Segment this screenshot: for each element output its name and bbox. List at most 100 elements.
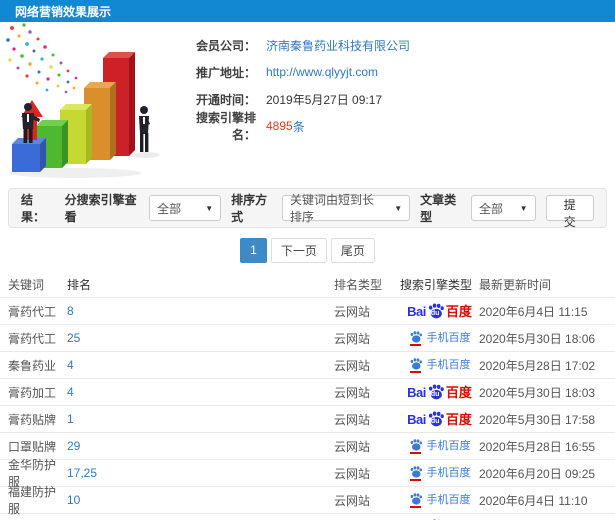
table-row[interactable]: 膏药代工 8 云网站 Bai du 百度 2020年6月4日 11:15 xyxy=(0,298,615,325)
pagination: 1 下一页 尾页 xyxy=(0,228,615,272)
rank-link[interactable]: 25 xyxy=(67,331,334,345)
baidu-pc-logo: Bai du 百度 xyxy=(407,303,472,319)
table-row[interactable]: 福建防护服 10 云网站 手机百度 2020年6月4日 11:10 xyxy=(0,485,615,516)
open-time-label: 开通时间： xyxy=(195,92,256,107)
table-row[interactable]: 口罩贴牌 29 云网站 手机百度 2020年5月28日 16:55 xyxy=(0,433,615,460)
rank-link[interactable]: 10 xyxy=(67,493,334,507)
keyword-cell: 膏药代工 xyxy=(8,331,57,346)
baidu-mobile-logo: 手机百度 xyxy=(409,493,471,508)
promo-url-link[interactable]: http://www.qlyyjt.com xyxy=(266,65,378,79)
chevron-down-icon: ▼ xyxy=(205,203,214,213)
submit-button[interactable]: 提交 xyxy=(545,195,594,229)
baidu-red-underline xyxy=(409,371,421,373)
growth-chart-illustration xyxy=(0,22,178,182)
engine-cell: 手机百度 xyxy=(400,439,479,454)
update-time-cell: 2020年5月28日 17:02 xyxy=(479,358,596,373)
window-title-bar: 网络营销效果展示 xyxy=(0,0,615,22)
engine-cell: 手机百度 xyxy=(400,331,479,346)
baidu-pc-logo: Bai du 百度 xyxy=(407,411,472,427)
keyword-cell: 福建防护服 xyxy=(8,485,57,516)
result-section-label: 结果： xyxy=(21,193,46,224)
chevron-down-icon: ▼ xyxy=(519,203,528,213)
baidu-red-underline xyxy=(409,452,421,454)
engine-rank-row: 搜索引擎排名： 4895 条 xyxy=(178,111,410,142)
engine-filter-label: 分搜索引擎查看 xyxy=(64,193,137,224)
bar-chart-clipart-image xyxy=(6,23,160,178)
engine-rank-unit: 条 xyxy=(292,119,305,134)
rank-type-cell: 云网站 xyxy=(334,466,371,481)
article-type-select[interactable]: 全部 ▼ xyxy=(470,195,536,221)
last-page-button[interactable]: 尾页 xyxy=(330,237,375,263)
baidu-red-underline xyxy=(409,344,421,346)
open-time-value: 2019年5月27日 09:17 xyxy=(266,92,383,107)
baidu-paw-icon: du xyxy=(427,384,445,400)
page-title: 网络营销效果展示 xyxy=(15,4,112,19)
keyword-cell: 膏药加工 xyxy=(8,385,57,400)
baidu-red-underline xyxy=(409,506,421,508)
rank-type-cell: 云网站 xyxy=(334,439,371,454)
keyword-cell: 秦鲁药业 xyxy=(8,358,57,373)
update-time-cell: 2020年5月28日 16:55 xyxy=(479,439,596,454)
keyword-cell: 口罩贴牌 xyxy=(8,439,57,454)
rank-link[interactable]: 4 xyxy=(67,358,334,372)
keyword-cell: 膏药代工 xyxy=(8,304,57,319)
baidu-mobile-logo: 手机百度 xyxy=(409,439,471,454)
rank-link[interactable]: 4 xyxy=(67,385,334,399)
header-engine-type: 搜索引擎类型 xyxy=(400,278,473,292)
keyword-ranking-table: 关键词 排名 排名类型 搜索引擎类型 最新更新时间 膏药代工 8 云网站 Bai… xyxy=(0,272,615,520)
rank-link[interactable]: 29 xyxy=(67,439,334,453)
baidu-paw-icon xyxy=(409,331,423,346)
account-info-list: 会员公司： 济南秦鲁药业科技有限公司 推广地址： http://www.qlyy… xyxy=(178,22,410,186)
baidu-mobile-logo: 手机百度 xyxy=(409,358,471,373)
table-row[interactable]: 膏药贴牌 1 云网站 Bai du 百度 2020年5月30日 17:58 xyxy=(0,406,615,433)
rank-type-cell: 云网站 xyxy=(334,412,371,427)
update-time-cell: 2020年5月30日 18:03 xyxy=(479,385,596,400)
table-body: 膏药代工 8 云网站 Bai du 百度 2020年6月4日 11:15 膏药代… xyxy=(0,298,615,520)
rank-link[interactable]: 1 xyxy=(67,412,334,426)
engine-cell: 手机百度 xyxy=(400,493,479,508)
table-row[interactable]: 膏药加工 4 云网站 Bai du 百度 2020年5月30日 18:03 xyxy=(0,379,615,406)
member-company-row: 会员公司： 济南秦鲁药业科技有限公司 xyxy=(178,35,410,55)
open-time-row: 开通时间： 2019年5月27日 09:17 xyxy=(178,89,410,109)
engine-cell: Bai du 百度 xyxy=(400,303,479,319)
baidu-paw-icon xyxy=(409,358,423,373)
sort-order-select[interactable]: 关键词由短到长排序 ▼ xyxy=(282,193,411,224)
baidu-mobile-logo: 手机百度 xyxy=(409,466,471,481)
rank-type-cell: 云网站 xyxy=(334,304,371,319)
update-time-cell: 2020年5月30日 18:06 xyxy=(479,331,596,346)
table-header-row: 关键词 排名 排名类型 搜索引擎类型 最新更新时间 xyxy=(0,272,615,298)
baidu-paw-icon: du xyxy=(427,303,445,319)
update-time-cell: 2020年5月30日 17:58 xyxy=(479,412,596,427)
baidu-mobile-logo: 手机百度 xyxy=(409,331,471,346)
rank-link[interactable]: 17,25 xyxy=(67,466,334,480)
next-page-button[interactable]: 下一页 xyxy=(270,237,327,263)
engine-filter-select[interactable]: 全部 ▼ xyxy=(149,195,222,221)
header-rank-type: 排名类型 xyxy=(334,278,383,292)
keyword-cell: 膏药贴牌 xyxy=(8,412,57,427)
chevron-down-icon: ▼ xyxy=(394,203,403,213)
baidu-red-underline xyxy=(409,479,421,481)
table-row[interactable]: Bai du 百度 xyxy=(0,514,615,520)
header-update-time: 最新更新时间 xyxy=(479,278,552,292)
table-row[interactable]: 膏药代工 25 云网站 手机百度 2020年5月30日 18:06 xyxy=(0,325,615,352)
update-time-cell: 2020年6月4日 11:10 xyxy=(479,493,588,508)
account-info-section: 会员公司： 济南秦鲁药业科技有限公司 推广地址： http://www.qlyy… xyxy=(0,22,615,186)
baidu-paw-icon xyxy=(409,439,423,454)
engine-cell: Bai du 百度 xyxy=(400,411,479,427)
table-row[interactable]: 秦鲁药业 4 云网站 手机百度 2020年5月28日 17:02 xyxy=(0,352,615,379)
table-row[interactable]: 金华防护服 17,25 云网站 手机百度 2020年6月20日 09:25 xyxy=(0,458,615,489)
member-company-link[interactable]: 济南秦鲁药业科技有限公司 xyxy=(266,37,410,54)
header-rank: 排名 xyxy=(67,278,92,292)
rank-link[interactable]: 8 xyxy=(67,304,334,318)
rank-type-cell: 云网站 xyxy=(334,331,371,346)
baidu-paw-icon xyxy=(409,466,423,481)
update-time-cell: 2020年6月20日 09:25 xyxy=(479,466,596,481)
engine-rank-count: 4895 xyxy=(266,119,293,133)
sort-filter-label: 排序方式 xyxy=(231,193,268,224)
baidu-paw-icon: du xyxy=(427,411,445,427)
header-keyword: 关键词 xyxy=(8,278,45,292)
page-1-button[interactable]: 1 xyxy=(240,237,267,263)
update-time-cell: 2020年6月4日 11:15 xyxy=(479,304,588,319)
rank-type-cell: 云网站 xyxy=(334,493,371,508)
promo-url-row: 推广地址： http://www.qlyyjt.com xyxy=(178,62,410,82)
